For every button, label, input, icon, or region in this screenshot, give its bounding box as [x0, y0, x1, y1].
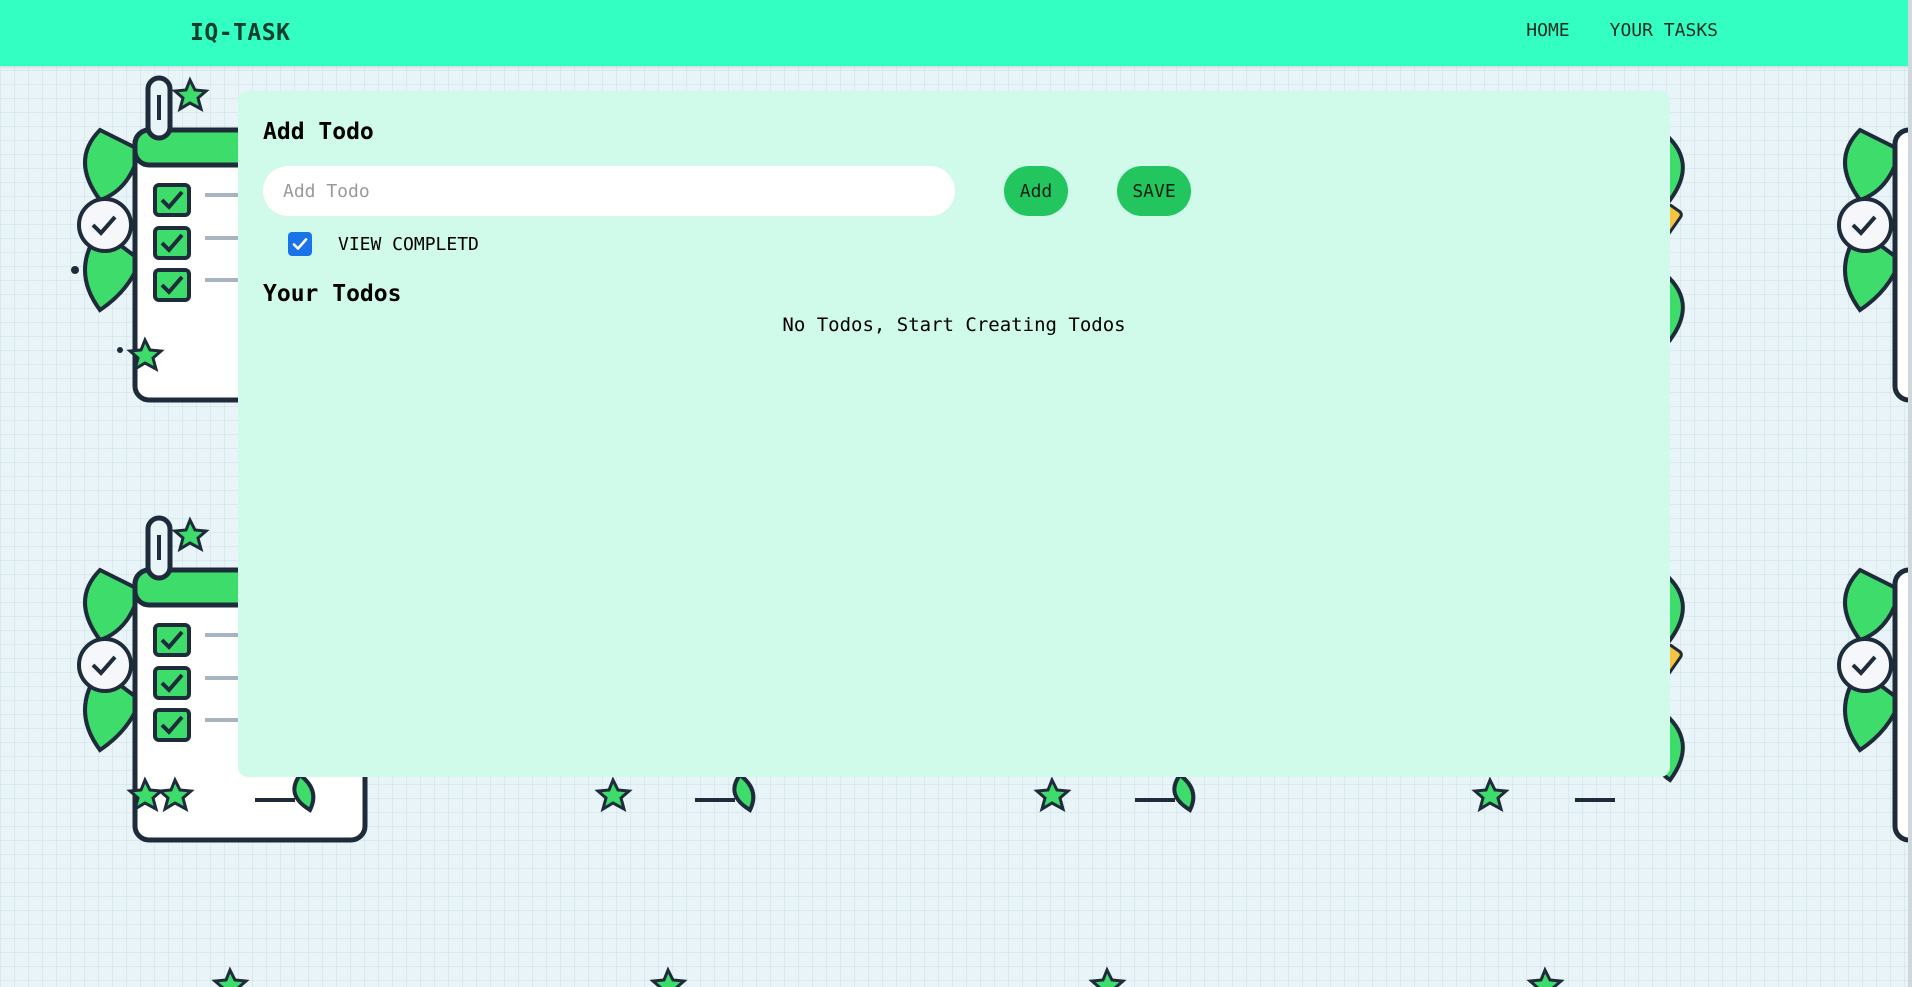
nav-item-home[interactable]: HOME [1526, 20, 1569, 41]
checkmark-icon [292, 238, 308, 250]
top-navbar: IQ-TASK HOME YOUR TASKS [0, 0, 1912, 66]
nav-item-your-tasks[interactable]: YOUR TASKS [1610, 20, 1718, 41]
add-todo-input[interactable] [263, 166, 955, 216]
window-scroll-edge [1908, 0, 1912, 987]
decorative-stars [156, 772, 1615, 987]
nav-links: HOME YOUR TASKS [1526, 20, 1718, 41]
checklist-clipboard-icon [1837, 127, 1912, 403]
add-todo-heading: Add Todo [263, 119, 374, 145]
save-button[interactable]: SAVE [1117, 166, 1191, 216]
view-completed-checkbox[interactable] [288, 232, 312, 256]
empty-todos-message: No Todos, Start Creating Todos [782, 314, 1126, 336]
todo-panel: Add Todo Add SAVE VIEW COMPLETD Your Tod… [238, 91, 1670, 777]
brand-logo[interactable]: IQ-TASK [190, 20, 290, 46]
view-completed-label[interactable]: VIEW COMPLETD [338, 234, 479, 255]
add-button[interactable]: Add [1004, 166, 1068, 216]
your-todos-heading: Your Todos [263, 281, 402, 307]
view-completed-row: VIEW COMPLETD [288, 232, 479, 256]
